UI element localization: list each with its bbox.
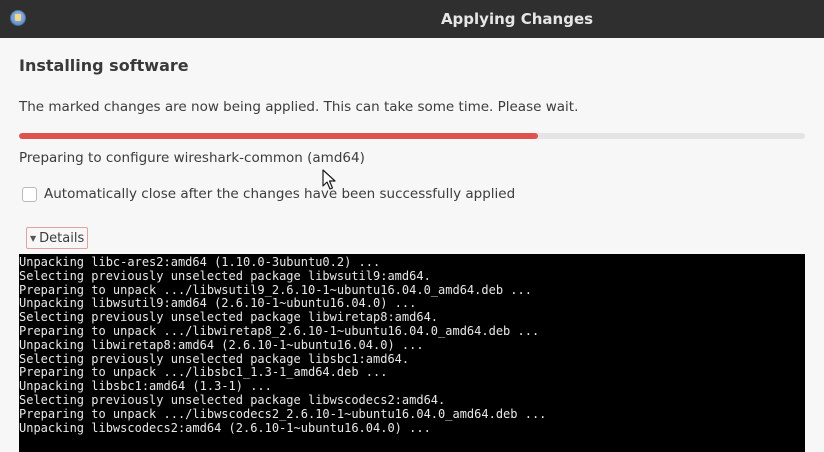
terminal-line: Unpacking libc-ares2:amd64 (1.10.0-3ubun… xyxy=(19,255,381,269)
terminal-text: Unpacking libc-ares2:amd64 (1.10.0-3ubun… xyxy=(19,254,805,435)
terminal-line: Preparing to unpack .../libsbc1_1.3-1_am… xyxy=(19,365,388,380)
window-title: Applying Changes xyxy=(440,10,594,28)
terminal-line: Unpacking libwscodecs2:amd64 (2.6.10-1~u… xyxy=(19,420,431,435)
terminal-line: Preparing to unpack .../libwsutil9_2.6.1… xyxy=(19,282,532,297)
progress-bar xyxy=(19,133,805,139)
progress-fill xyxy=(19,133,538,139)
terminal-line: Unpacking libwsutil9:amd64 (2.6.10-1~ubu… xyxy=(19,296,417,311)
auto-close-label[interactable]: Automatically close after the changes ha… xyxy=(44,186,515,202)
terminal-line: Selecting previously unselected package … xyxy=(19,392,446,407)
terminal-output[interactable]: Unpacking libc-ares2:amd64 (1.10.0-3ubun… xyxy=(19,254,805,452)
terminal-line: Selecting previously unselected package … xyxy=(19,310,439,325)
page-title: Installing software xyxy=(19,56,189,75)
auto-close-checkbox[interactable] xyxy=(22,186,37,202)
terminal-line: Preparing to unpack .../libwscodecs2_2.6… xyxy=(19,406,547,421)
terminal-line: Selecting previously unselected package … xyxy=(19,351,410,366)
chevron-down-icon: ▼ xyxy=(30,233,37,243)
current-action-label: Preparing to configure wireshark-common … xyxy=(19,150,365,166)
terminal-line: Selecting previously unselected package … xyxy=(19,268,431,283)
details-label: Details xyxy=(39,230,85,246)
terminal-line: Unpacking libwiretap8:amd64 (2.6.10-1~ub… xyxy=(19,337,424,352)
title-bar[interactable]: Applying Changes xyxy=(0,0,824,38)
dialog-content: Installing software The marked changes a… xyxy=(0,38,824,452)
terminal-line: Unpacking libsbc1:amd64 (1.3-1) ... xyxy=(19,379,272,394)
status-message: The marked changes are now being applied… xyxy=(19,99,579,115)
details-expander[interactable]: ▼ Details xyxy=(26,227,89,249)
mouse-pointer-icon xyxy=(322,169,336,190)
auto-close-option[interactable]: Automatically close after the changes ha… xyxy=(22,183,515,205)
terminal-line: Preparing to unpack .../libwiretap8_2.6.… xyxy=(19,323,540,338)
